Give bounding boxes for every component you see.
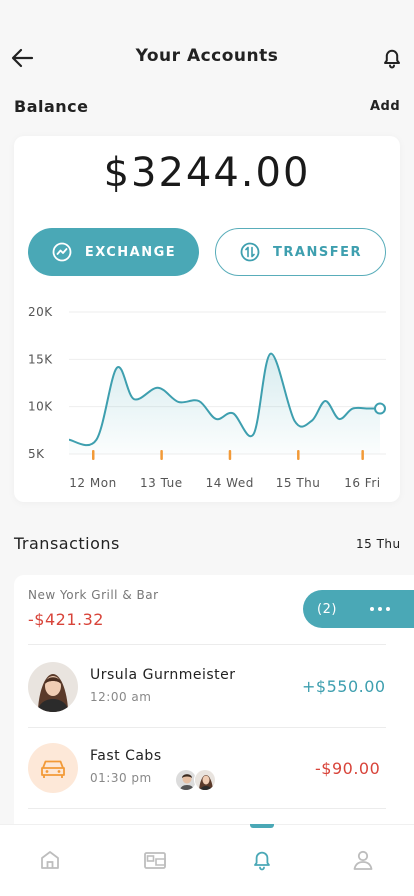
badge-count: (2) xyxy=(317,601,337,617)
y-tick-label: 5K xyxy=(28,447,45,461)
row-divider xyxy=(28,644,386,645)
transactions-date[interactable]: 15 Thu xyxy=(356,537,401,551)
active-tab-indicator xyxy=(250,824,274,828)
transaction-amount: +$550.00 xyxy=(302,677,386,696)
transaction-name: New York Grill & Bar xyxy=(28,588,159,602)
balance-label: Balance xyxy=(14,97,89,116)
transactions-title: Transactions xyxy=(14,534,120,553)
x-tick-label: 12 Mon xyxy=(69,476,116,490)
exchange-label: EXCHANGE xyxy=(84,244,177,260)
transfer-icon xyxy=(240,242,260,262)
y-tick-label: 20K xyxy=(28,305,53,319)
y-tick-label: 10K xyxy=(28,400,53,414)
transfer-label: TRANSFER xyxy=(273,244,362,260)
more-dots-icon[interactable] xyxy=(370,602,390,616)
x-tick-label: 14 Wed xyxy=(206,476,254,490)
y-tick-label: 15K xyxy=(28,352,53,366)
x-tick-label: 13 Tue xyxy=(140,476,183,490)
row-divider xyxy=(28,808,386,809)
transaction-group-badge[interactable]: (2) xyxy=(303,590,414,628)
avatar xyxy=(28,662,78,712)
transaction-time: 12:00 am xyxy=(90,690,152,704)
day-marker xyxy=(361,450,364,460)
bell-icon[interactable] xyxy=(378,44,406,72)
day-marker xyxy=(228,450,232,460)
participant-avatar xyxy=(194,769,216,791)
balance-amount: $3244.00 xyxy=(103,150,311,196)
user-icon[interactable] xyxy=(351,848,375,872)
x-tick-label: 15 Thu xyxy=(276,476,321,490)
exchange-button[interactable]: EXCHANGE xyxy=(28,228,199,276)
day-marker xyxy=(160,450,163,460)
transfer-button[interactable]: TRANSFER xyxy=(215,228,386,276)
transaction-amount: -$421.32 xyxy=(28,610,104,629)
car-icon xyxy=(28,743,78,793)
transaction-time: 01:30 pm xyxy=(90,771,152,785)
transaction-name: Ursula Gurnmeister xyxy=(90,667,236,683)
current-point-marker xyxy=(374,402,386,415)
exchange-icon xyxy=(52,242,72,262)
transaction-name: Fast Cabs xyxy=(90,748,162,764)
home-icon[interactable] xyxy=(38,848,62,872)
day-marker xyxy=(92,450,95,460)
day-marker xyxy=(297,450,300,460)
bell-icon[interactable] xyxy=(250,848,274,872)
add-link[interactable]: Add xyxy=(370,99,400,114)
page-title: Your Accounts xyxy=(135,46,279,66)
transaction-amount: -$90.00 xyxy=(315,759,381,778)
wallet-icon[interactable] xyxy=(143,848,167,872)
balance-line-chart: 20K 15K 10K 5K 12 Mon 13 Tue 14 Wed 15 Thu 16 Fr… xyxy=(28,305,386,490)
row-divider xyxy=(28,727,386,728)
x-tick-label: 16 Fri xyxy=(344,476,380,490)
